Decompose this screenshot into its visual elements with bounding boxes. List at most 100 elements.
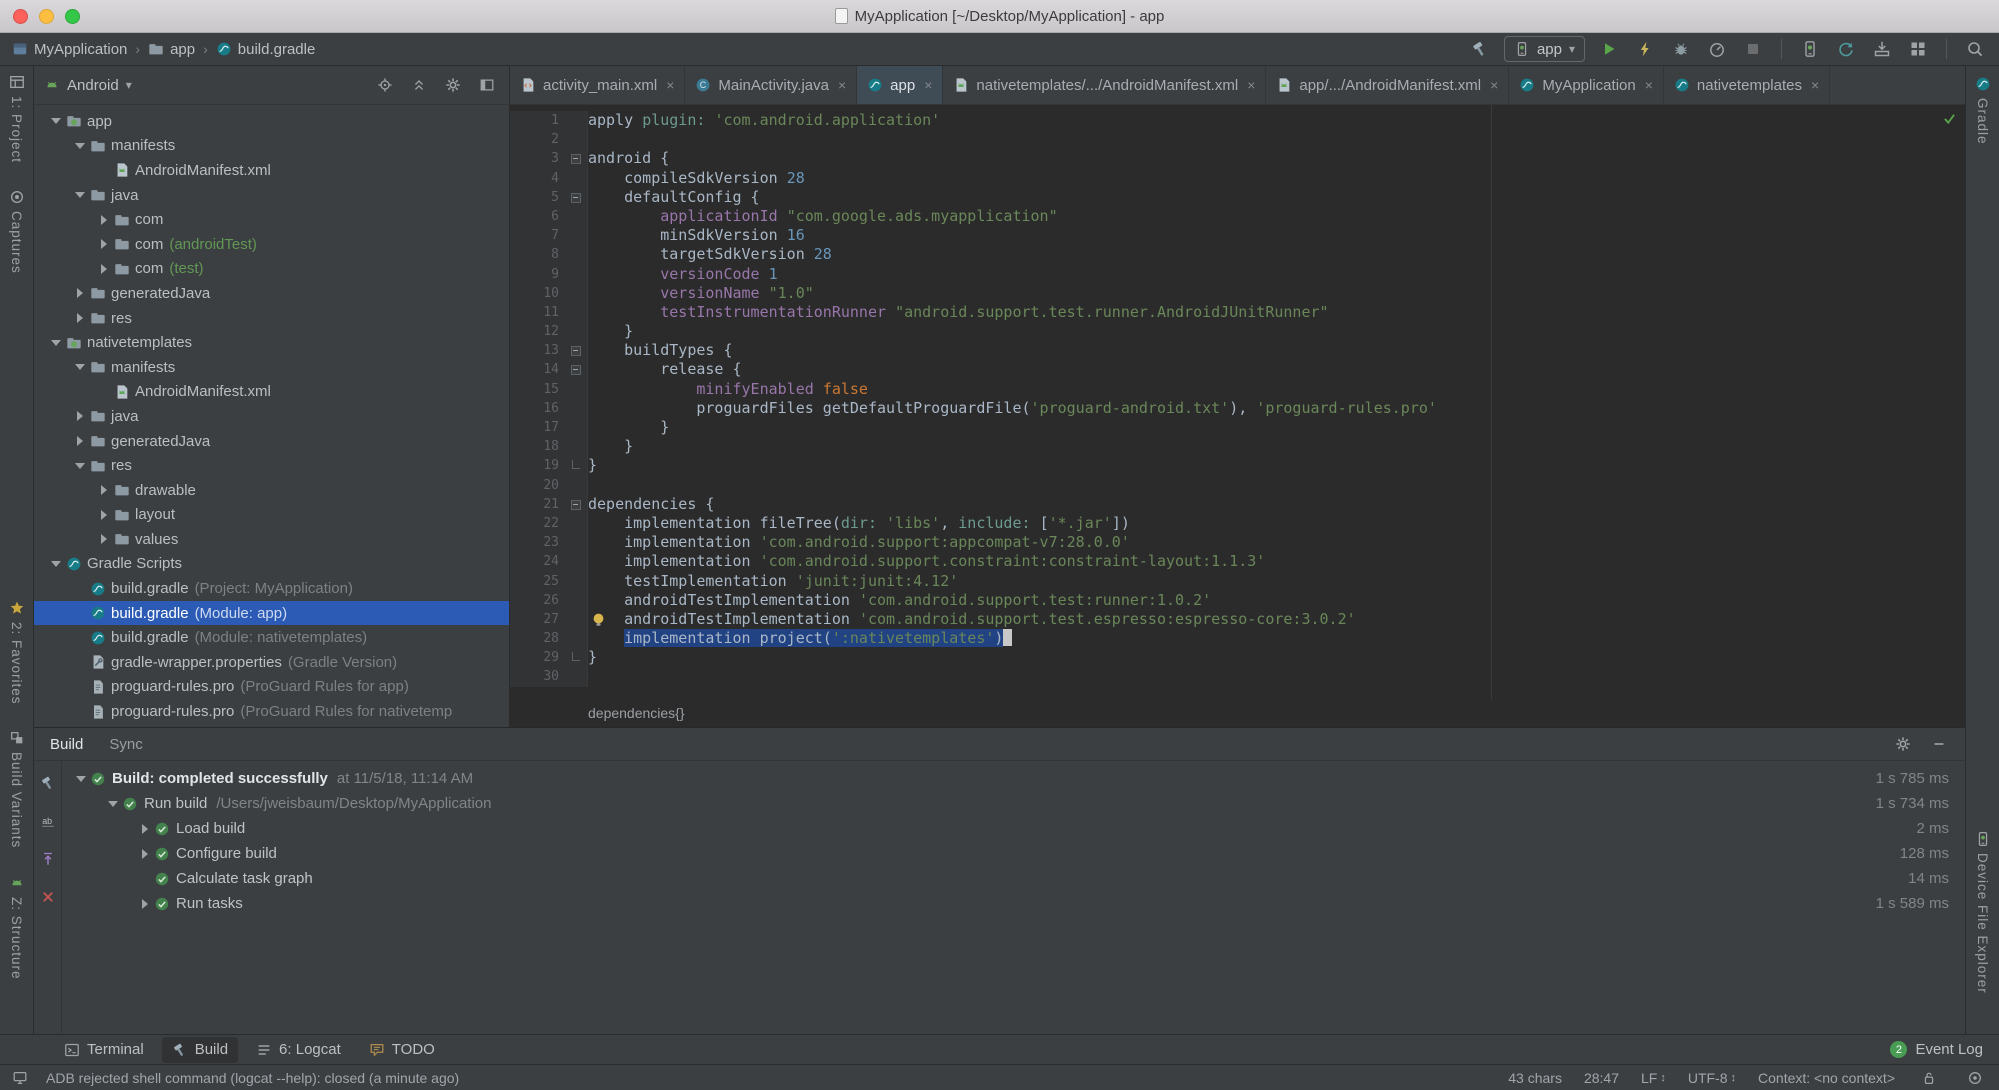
tree-collapsed-arrow-icon[interactable] (94, 534, 114, 545)
fold-marker[interactable] (566, 456, 588, 476)
project-tree-row[interactable]: AndroidManifest.xml (34, 158, 509, 183)
tree-expanded-arrow-icon[interactable] (70, 192, 90, 199)
tree-expanded-arrow-icon[interactable] (70, 364, 90, 371)
apply-changes-button[interactable] (1633, 37, 1657, 61)
code-line[interactable]: 23 implementation 'com.android.support:a… (510, 533, 1965, 553)
tree-collapsed-arrow-icon[interactable] (94, 263, 114, 274)
tree-collapsed-arrow-icon[interactable] (70, 436, 90, 447)
tree-expanded-arrow-icon[interactable] (46, 118, 66, 125)
code-line[interactable]: 27 androidTestImplementation 'com.androi… (510, 609, 1965, 630)
tab-close-icon[interactable]: × (838, 77, 846, 93)
gutter-line-number[interactable]: 19 (510, 456, 566, 476)
search-everywhere-button[interactable] (1963, 37, 1987, 61)
code-line[interactable]: 2 (510, 130, 1965, 150)
lock-icon[interactable] (1917, 1066, 1941, 1090)
status-message[interactable]: ADB rejected shell command (logcat --hel… (46, 1070, 459, 1086)
tool-strip-button-gradle[interactable]: Gradle (1975, 76, 1991, 145)
code-line[interactable]: 29} (510, 648, 1965, 668)
tree-collapsed-arrow-icon[interactable] (136, 898, 154, 909)
run-configuration-select[interactable]: app ▾ (1503, 36, 1585, 62)
code-line[interactable]: 9 versionCode 1 (510, 264, 1965, 284)
code-line[interactable]: 28 implementation project(':nativetempla… (510, 629, 1965, 649)
build-tree-row[interactable]: Load build 2 ms (62, 816, 1965, 841)
code-line[interactable]: 26 androidTestImplementation 'com.androi… (510, 590, 1965, 610)
locate-icon[interactable] (373, 73, 397, 97)
project-tree-row[interactable]: build.gradle (Project: MyApplication) (34, 576, 509, 601)
editor-tab-app-androidmanifest-xml[interactable]: app/.../AndroidManifest.xml × (1266, 66, 1510, 104)
sync-project-button[interactable] (1834, 37, 1858, 61)
status-widget-lf[interactable]: LF ↕ (1641, 1070, 1666, 1086)
code-view[interactable]: 1 apply plugin: 'com.android.application'… (510, 105, 1965, 687)
gutter-line-number[interactable]: 1 (510, 111, 566, 131)
gutter-line-number[interactable]: 18 (510, 437, 566, 457)
gutter-line-number[interactable]: 24 (510, 552, 566, 572)
close-window-button[interactable] (13, 9, 28, 24)
stop-button[interactable] (1741, 37, 1765, 61)
tool-strip-button-2-favorites[interactable]: 2: Favorites (9, 600, 25, 704)
project-tree-row[interactable]: java (34, 183, 509, 208)
layout-inspector-button[interactable] (1906, 37, 1930, 61)
build-hammer-button[interactable] (1468, 37, 1492, 61)
gutter-line-number[interactable]: 28 (510, 629, 566, 649)
tree-collapsed-arrow-icon[interactable] (94, 239, 114, 250)
code-line[interactable]: 1 apply plugin: 'com.android.application' (510, 111, 1965, 131)
editor-breadcrumb[interactable]: dependencies{} (510, 700, 1965, 727)
gutter-line-number[interactable]: 23 (510, 533, 566, 553)
breadcrumb-item[interactable]: build.gradle (216, 41, 315, 58)
tool-strip-button-captures[interactable]: Captures (9, 189, 25, 274)
gutter-line-number[interactable]: 20 (510, 475, 566, 495)
project-tree-row[interactable]: gradle-wrapper.properties (Gradle Version… (34, 650, 509, 675)
breadcrumb-item[interactable]: MyApplication (12, 41, 127, 58)
tool-strip-button-build-variants[interactable]: Build Variants (9, 730, 25, 849)
gutter-line-number[interactable]: 22 (510, 513, 566, 534)
gutter-line-number[interactable]: 15 (510, 379, 566, 399)
code-line[interactable]: 18 } (510, 437, 1965, 457)
run-button[interactable] (1597, 37, 1621, 61)
tree-expanded-arrow-icon[interactable] (46, 560, 66, 567)
gutter-line-number[interactable]: 21 (510, 494, 566, 514)
gutter-line-number[interactable]: 27 (510, 609, 566, 630)
gutter-line-number[interactable]: 2 (510, 130, 566, 150)
tab-close-icon[interactable]: × (1247, 77, 1255, 93)
gutter-line-number[interactable]: 11 (510, 302, 566, 323)
status-widget-43-chars[interactable]: 43 chars (1508, 1070, 1562, 1086)
gutter-line-number[interactable]: 3 (510, 149, 566, 169)
editor-tab-nativetemplates[interactable]: nativetemplates × (1664, 66, 1831, 104)
code-line[interactable]: 7 minSdkVersion 16 (510, 226, 1965, 246)
status-widget-context-no-context-[interactable]: Context: <no context> (1758, 1070, 1895, 1086)
fold-marker[interactable] (566, 494, 588, 514)
breadcrumb-item[interactable]: app (148, 41, 195, 58)
gutter-line-number[interactable]: 26 (510, 590, 566, 610)
event-log-button[interactable]: 2 Event Log (1890, 1041, 1999, 1058)
tool-strip-button-device-file-explorer[interactable]: Device File Explorer (1975, 831, 1991, 994)
status-widget-utf-8[interactable]: UTF-8 ↕ (1688, 1070, 1736, 1086)
code-line[interactable]: 21 dependencies { (510, 494, 1965, 514)
settings-icon[interactable] (1891, 732, 1915, 756)
tool-strip-button-1-project[interactable]: 1: Project (9, 74, 25, 163)
tab-close-icon[interactable]: × (1645, 77, 1653, 93)
tree-collapsed-arrow-icon[interactable] (94, 214, 114, 225)
code-line[interactable]: 17 } (510, 418, 1965, 438)
build-tree-row[interactable]: Build: completed successfully at 11/5/18,… (62, 766, 1965, 791)
code-line[interactable]: 12 } (510, 322, 1965, 342)
tree-expanded-arrow-icon[interactable] (70, 462, 90, 469)
avd-manager-button[interactable] (1798, 37, 1822, 61)
inspection-ok-icon[interactable] (1942, 111, 1957, 126)
gutter-line-number[interactable]: 9 (510, 264, 566, 284)
project-tree-row[interactable]: generatedJava (34, 281, 509, 306)
project-tree-row[interactable]: com (34, 207, 509, 232)
fold-marker[interactable] (566, 341, 588, 361)
project-tree-row[interactable]: nativetemplates (34, 330, 509, 355)
project-tree-row[interactable]: java (34, 404, 509, 429)
gutter-line-number[interactable]: 30 (510, 667, 566, 687)
sdk-manager-button[interactable] (1870, 37, 1894, 61)
project-tree-row[interactable]: res (34, 453, 509, 478)
gutter-line-number[interactable]: 4 (510, 168, 566, 188)
tab-build[interactable]: Build (50, 736, 83, 753)
project-tree-row[interactable]: manifests (34, 355, 509, 380)
project-tree-row[interactable]: values (34, 527, 509, 552)
tool-window-switcher-icon[interactable] (12, 1070, 28, 1086)
gutter-line-number[interactable]: 5 (510, 187, 566, 207)
tool-strip-button-z-structure[interactable]: Z: Structure (9, 875, 25, 979)
zoom-window-button[interactable] (65, 9, 80, 24)
